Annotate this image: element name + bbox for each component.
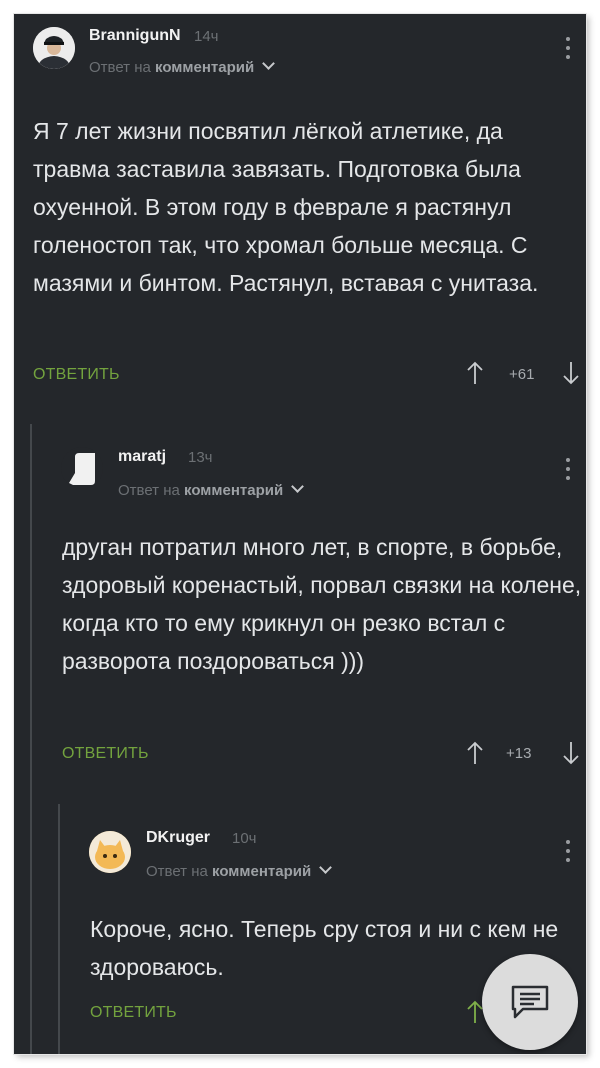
more-options-icon[interactable] — [565, 840, 571, 864]
avatar[interactable] — [89, 831, 131, 873]
reply-to-target: комментарий — [212, 863, 312, 880]
timestamp: 10ч — [232, 830, 257, 847]
reply-button[interactable]: ОТВЕТИТЬ — [90, 1004, 177, 1022]
comment-icon — [511, 985, 549, 1019]
user-avatar-icon — [89, 831, 131, 873]
comments-screen: BrannigunN 14ч Ответ на комментарий Я 7 … — [14, 14, 586, 1054]
chevron-down-icon — [319, 861, 333, 874]
comment: DKruger 10ч Ответ на комментарий Короче,… — [14, 14, 586, 1054]
username[interactable]: DKruger — [146, 829, 210, 847]
reply-to-link[interactable]: Ответ на комментарий — [146, 861, 333, 880]
comment-fab-button[interactable] — [482, 954, 578, 1050]
reply-to-label: Ответ на — [146, 863, 208, 880]
